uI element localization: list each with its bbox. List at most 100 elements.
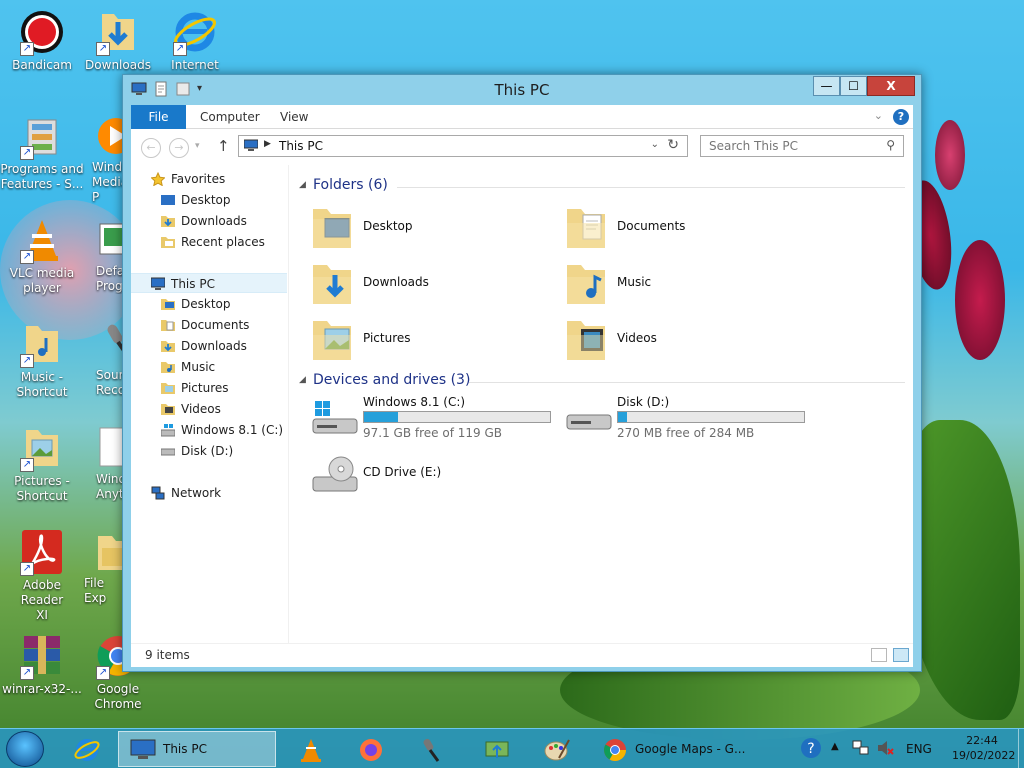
nav-this-pc-music[interactable]: Music bbox=[131, 357, 287, 377]
nav-network[interactable]: Network bbox=[131, 483, 287, 503]
desktop-icon-bandicam[interactable]: ↗ Bandicam bbox=[0, 8, 84, 73]
taskbar: This PC Google Maps - G... ? ▲ ENG 22:44… bbox=[0, 728, 1024, 768]
devices-group-header[interactable]: ◢ Devices and drives (3) bbox=[297, 372, 905, 392]
start-button[interactable] bbox=[6, 731, 44, 767]
tab-view[interactable]: View bbox=[280, 105, 308, 129]
large-icons-view-icon[interactable] bbox=[893, 648, 909, 662]
taskbar-internet-explorer[interactable] bbox=[66, 731, 106, 767]
windows-drive-icon bbox=[311, 401, 359, 441]
desktop-icon-pictures-shortcut[interactable]: ↗ Pictures - Shortcut bbox=[0, 424, 84, 504]
desktop-icon-internet[interactable]: ↗ Internet bbox=[153, 8, 237, 73]
expand-ribbon-chevron-icon[interactable]: ⌄ bbox=[874, 109, 883, 122]
navigation-pane: Favorites Desktop Downloads Recent place… bbox=[131, 165, 289, 643]
tab-file[interactable]: File bbox=[131, 105, 186, 129]
desktop-icon-winrar[interactable]: ↗ winrar-x32-... bbox=[0, 632, 84, 697]
folder-item-pictures[interactable]: Pictures bbox=[297, 313, 547, 367]
nav-this-pc-documents[interactable]: Documents bbox=[131, 315, 287, 335]
nav-this-pc-drive-d[interactable]: Disk (D:) bbox=[131, 441, 287, 461]
search-box[interactable]: ⚲ bbox=[700, 135, 904, 157]
music-folder-icon bbox=[565, 259, 607, 307]
address-dropdown-chevron-icon[interactable]: ⌄ bbox=[651, 139, 659, 150]
nav-favorites[interactable]: Favorites bbox=[131, 169, 287, 189]
desktop-icon-sound-recorder[interactable]: Sour Recor bbox=[76, 320, 126, 398]
pictures-folder-icon bbox=[311, 315, 353, 363]
desktop-icon-music-shortcut[interactable]: ↗ Music - Shortcut bbox=[0, 320, 84, 400]
desktop-icon-programs-features[interactable]: ↗ Programs and Features - S... bbox=[0, 112, 84, 192]
nav-this-pc-drive-c[interactable]: Windows 8.1 (C:) bbox=[131, 420, 287, 440]
nav-this-pc-videos[interactable]: Videos bbox=[131, 399, 287, 419]
taskbar-firefox[interactable] bbox=[350, 731, 390, 767]
title-bar[interactable]: ▾ This PC — ☐ X bbox=[123, 75, 921, 105]
desktop-icon-windows-media[interactable]: Windo Media P bbox=[76, 112, 126, 205]
breadcrumb-separator-icon[interactable]: ▶ bbox=[264, 139, 271, 149]
up-arrow-button[interactable]: ↑ bbox=[217, 137, 230, 155]
taskbar-paint[interactable] bbox=[536, 731, 576, 767]
nav-favorites-downloads[interactable]: Downloads bbox=[131, 211, 287, 231]
nav-favorites-desktop[interactable]: Desktop bbox=[131, 190, 287, 210]
search-input[interactable] bbox=[701, 136, 871, 156]
drive-item-c[interactable]: Windows 8.1 (C:) 97.1 GB free of 119 GB bbox=[297, 395, 551, 449]
refresh-icon[interactable]: ↻ bbox=[667, 137, 679, 153]
music-folder-icon: ↗ bbox=[18, 320, 66, 368]
folder-item-videos[interactable]: Videos bbox=[551, 313, 801, 367]
close-button[interactable]: X bbox=[867, 76, 915, 96]
show-desktop-button[interactable] bbox=[1018, 729, 1024, 768]
desktop-icon-file-explorer[interactable]: File Exp bbox=[76, 528, 126, 606]
clock[interactable]: 22:44 19/02/2022 bbox=[952, 733, 1016, 763]
folder-item-music[interactable]: Music bbox=[551, 257, 801, 311]
internet-explorer-icon: ↗ bbox=[171, 8, 219, 56]
desktop-icon-windows-anytime[interactable]: Windo Anytii bbox=[76, 424, 126, 502]
forward-button[interactable]: → bbox=[169, 138, 189, 158]
help-tray-icon[interactable]: ? bbox=[800, 737, 822, 762]
drive-icon bbox=[565, 401, 613, 441]
network-tray-icon[interactable] bbox=[852, 739, 870, 760]
computer-icon bbox=[243, 139, 259, 152]
folder-item-documents[interactable]: Documents bbox=[551, 201, 801, 255]
pictures-folder-icon: ↗ bbox=[18, 424, 66, 472]
folders-group-header[interactable]: ◢ Folders (6) bbox=[297, 177, 905, 197]
show-hidden-icons-chevron-icon[interactable]: ▲ bbox=[831, 741, 839, 752]
clock-date: 19/02/2022 bbox=[952, 749, 1016, 762]
taskbar-vlc[interactable] bbox=[290, 731, 330, 767]
breadcrumb[interactable]: This PC bbox=[279, 139, 323, 153]
taskbar-this-pc[interactable]: This PC bbox=[118, 731, 276, 767]
music-folder-icon bbox=[161, 360, 175, 374]
language-indicator[interactable]: ENG bbox=[906, 742, 932, 756]
back-button[interactable]: ← bbox=[141, 138, 161, 158]
help-button[interactable]: ? bbox=[893, 109, 909, 125]
nav-this-pc-pictures[interactable]: Pictures bbox=[131, 378, 287, 398]
nav-this-pc-downloads[interactable]: Downloads bbox=[131, 336, 287, 356]
vlc-cone-icon: ↗ bbox=[18, 216, 66, 264]
downloads-folder-icon bbox=[311, 259, 353, 307]
taskbar-google-chrome[interactable]: Google Maps - G... bbox=[594, 731, 748, 767]
nav-this-pc-desktop[interactable]: Desktop bbox=[131, 294, 287, 314]
folder-item-desktop[interactable]: Desktop bbox=[297, 201, 547, 255]
firefox-icon bbox=[357, 738, 385, 762]
search-icon[interactable]: ⚲ bbox=[886, 138, 895, 152]
details-view-icon[interactable] bbox=[871, 648, 887, 662]
videos-folder-icon bbox=[161, 402, 175, 416]
recent-locations-chevron-icon[interactable]: ▾ bbox=[195, 141, 200, 151]
desktop-icon-downloads[interactable]: ↗ Downloads bbox=[76, 8, 160, 73]
drive-item-d[interactable]: Disk (D:) 270 MB free of 284 MB bbox=[551, 395, 805, 449]
desktop-icon-default-programs[interactable]: Defa Progra bbox=[76, 216, 126, 294]
folder-item-downloads[interactable]: Downloads bbox=[297, 257, 547, 311]
drive-item-e[interactable]: CD Drive (E:) bbox=[297, 449, 547, 503]
collapse-arrow-icon[interactable]: ◢ bbox=[299, 375, 306, 385]
computer-icon bbox=[150, 277, 166, 291]
maximize-button[interactable]: ☐ bbox=[840, 76, 867, 96]
nav-this-pc[interactable]: This PC bbox=[131, 273, 287, 293]
nav-favorites-recent-places[interactable]: Recent places bbox=[131, 232, 287, 252]
tab-computer[interactable]: Computer bbox=[200, 105, 260, 129]
taskbar-sound-recorder[interactable] bbox=[410, 731, 450, 767]
navigation-bar: ← → ▾ ↑ ▶ This PC ⌄ ↻ ⚲ bbox=[131, 129, 913, 165]
taskbar-network-app[interactable] bbox=[476, 731, 516, 767]
volume-muted-icon[interactable] bbox=[876, 739, 894, 760]
collapse-arrow-icon[interactable]: ◢ bbox=[299, 180, 306, 190]
desktop-icon-adobe-reader[interactable]: ↗ Adobe Reader XI bbox=[0, 528, 84, 623]
wallpaper-tulip bbox=[955, 240, 1005, 360]
desktop-icon-vlc[interactable]: ↗ VLC media player bbox=[0, 216, 84, 296]
drive-usage-bar bbox=[363, 411, 551, 423]
minimize-button[interactable]: — bbox=[813, 76, 840, 96]
address-bar[interactable]: ▶ This PC ⌄ ↻ bbox=[238, 135, 688, 157]
